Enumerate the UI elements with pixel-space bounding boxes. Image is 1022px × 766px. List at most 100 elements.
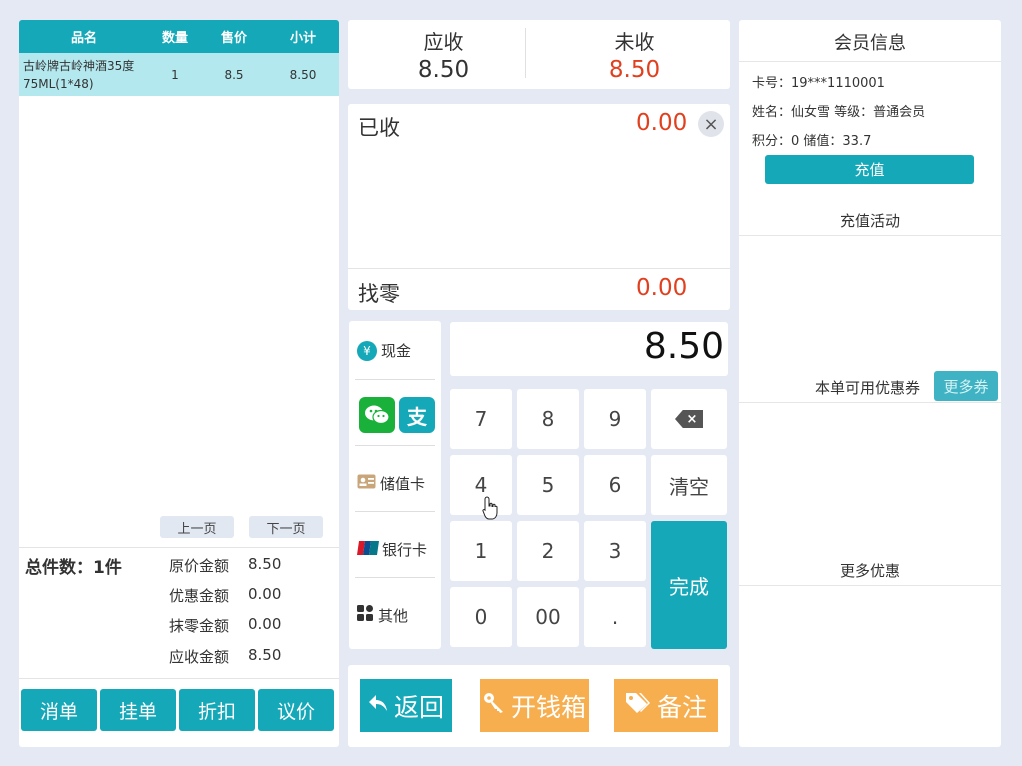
more-discounts-title: 更多优惠 <box>839 562 900 580</box>
item-name-line2: 75ML(1*48) <box>23 76 94 91</box>
key-icon <box>483 692 505 720</box>
done-button[interactable]: 完成 <box>651 521 727 649</box>
negotiate-price-button[interactable]: 议价 <box>258 689 334 731</box>
key-7[interactable]: 7 <box>450 389 512 449</box>
pay-cash-button[interactable]: ¥ 现金 <box>357 340 435 361</box>
pay-bank-card-button[interactable]: 银行卡 <box>357 539 435 560</box>
change-label: 找零 <box>358 282 400 306</box>
receivable-value: 8.50 <box>417 57 470 83</box>
clear-button[interactable]: 清空 <box>651 455 727 515</box>
id-card-icon <box>357 474 376 493</box>
row-qty: 1 <box>171 67 179 82</box>
pay-stored-card-label: 储值卡 <box>380 475 426 493</box>
key-0[interactable]: 0 <box>450 587 512 647</box>
paid-value: 0.00 <box>636 110 688 136</box>
pay-other-label: 其他 <box>378 607 409 625</box>
amount-display[interactable]: 8.50 <box>450 322 728 376</box>
divider <box>348 268 730 269</box>
backspace-icon: × <box>675 410 703 428</box>
key-3[interactable]: 3 <box>584 521 646 581</box>
receivable-label: 应收 <box>423 30 464 54</box>
total-count: 总件数：1件 <box>25 558 122 578</box>
cashbox-label: 开钱箱 <box>510 692 586 722</box>
key-dot[interactable]: . <box>584 587 646 647</box>
pay-stored-card-button[interactable]: 储值卡 <box>357 473 435 494</box>
header-qty: 数量 <box>161 31 188 46</box>
alipay-icon[interactable]: 支 <box>399 397 435 433</box>
grid-icon <box>357 605 374 626</box>
row-subtotal: 8.50 <box>289 67 317 82</box>
wechat-pay-icon[interactable] <box>359 397 395 433</box>
header-price: 售价 <box>220 31 247 46</box>
item-name-line1: 古岭牌古岭神酒35度 <box>23 58 135 73</box>
divider <box>525 28 526 78</box>
backspace-button[interactable]: × <box>651 389 727 449</box>
amount-value: 8.50 <box>643 326 724 367</box>
change-value: 0.00 <box>636 275 688 301</box>
summary-row-receivable: 应收金额 8.50 <box>169 646 281 667</box>
due-panel: 应收 8.50 未收 8.50 <box>348 20 730 89</box>
key-2[interactable]: 2 <box>517 521 579 581</box>
key-5[interactable]: 5 <box>517 455 579 515</box>
unionpay-icon <box>357 540 379 559</box>
summary-row-rounding: 抹零金额 0.00 <box>169 615 281 636</box>
receivable-block: 应收 8.50 <box>348 20 539 89</box>
order-table-header: 品名 数量 售价 小计 <box>19 20 339 53</box>
key-8[interactable]: 8 <box>517 389 579 449</box>
divider <box>739 235 1001 236</box>
header-name: 品名 <box>70 31 97 46</box>
hold-order-button[interactable]: 挂单 <box>100 689 176 731</box>
summary-row-discount: 优惠金额 0.00 <box>169 585 281 606</box>
discount-button[interactable]: 折扣 <box>179 689 255 731</box>
pay-cash-label: 现金 <box>381 342 412 360</box>
unpaid-block: 未收 8.50 <box>539 20 730 89</box>
prev-page-button[interactable]: 上一页 <box>160 516 234 538</box>
payment-methods: ¥ 现金 支 储值卡 银行卡 其他 <box>349 321 441 649</box>
unpaid-label: 未收 <box>614 30 655 54</box>
recharge-activity-title: 充值活动 <box>839 212 900 230</box>
summary-value: 8.50 <box>248 555 282 573</box>
pay-mobile-group: 支 <box>359 397 437 433</box>
key-6[interactable]: 6 <box>584 455 646 515</box>
member-card-number: 卡号：19***1110001 <box>752 76 885 91</box>
clear-paid-icon[interactable]: × <box>698 111 724 137</box>
divider <box>739 585 1001 586</box>
key-00[interactable]: 00 <box>517 587 579 647</box>
summary-row-original: 原价金额 8.50 <box>169 555 281 576</box>
member-points-balance: 积分：0 储值：33.7 <box>752 134 872 149</box>
pay-bank-card-label: 银行卡 <box>382 541 428 559</box>
action-panel: 返回 开钱箱 备注 <box>348 665 730 747</box>
key-4[interactable]: 4 <box>450 455 512 515</box>
void-order-button[interactable]: 消单 <box>21 689 97 731</box>
unpaid-value: 8.50 <box>608 57 661 83</box>
next-page-button[interactable]: 下一页 <box>249 516 323 538</box>
back-button[interactable]: 返回 <box>360 679 452 732</box>
more-coupons-button[interactable]: 更多券 <box>934 371 998 401</box>
coupon-label: 本单可用优惠券 <box>815 379 921 397</box>
recharge-button[interactable]: 充值 <box>765 155 974 184</box>
note-button[interactable]: 备注 <box>614 679 718 732</box>
table-row[interactable]: 古岭牌古岭神酒35度 75ML(1*48) 1 8.5 8.50 <box>19 53 339 96</box>
summary-label: 抹零金额 <box>169 617 230 635</box>
divider <box>19 678 339 679</box>
key-9[interactable]: 9 <box>584 389 646 449</box>
tag-icon <box>625 692 651 720</box>
row-item-name: 古岭牌古岭神酒35度 75ML(1*48) <box>19 57 149 93</box>
divider <box>355 577 435 578</box>
order-panel: 品名 数量 售价 小计 古岭牌古岭神酒35度 75ML(1*48) 1 8.5 … <box>19 20 339 747</box>
divider <box>355 379 435 380</box>
divider <box>355 445 435 446</box>
paid-panel: 已收 0.00 × 找零 0.00 <box>348 104 730 310</box>
divider <box>739 61 1001 62</box>
summary-value: 0.00 <box>248 615 282 633</box>
summary-label: 应收金额 <box>169 648 230 666</box>
member-title: 会员信息 <box>834 33 906 54</box>
key-1[interactable]: 1 <box>450 521 512 581</box>
summary-value: 0.00 <box>248 585 282 603</box>
pay-other-button[interactable]: 其他 <box>357 605 435 626</box>
open-cashbox-button[interactable]: 开钱箱 <box>480 679 589 732</box>
paid-label: 已收 <box>358 116 400 140</box>
divider <box>355 511 435 512</box>
header-subtotal: 小计 <box>289 31 316 46</box>
yen-icon: ¥ <box>357 340 377 361</box>
